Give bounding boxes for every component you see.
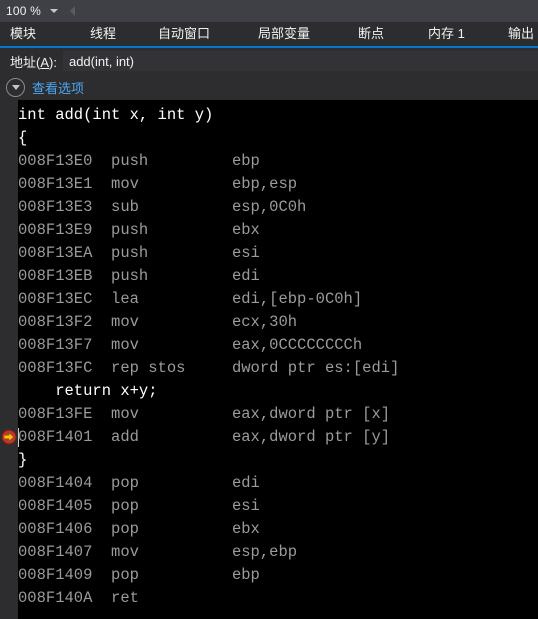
instruction-address: 008F13FC: [18, 359, 112, 377]
instruction-address: 008F13EC: [18, 290, 112, 308]
disassembly-line[interactable]: 008F1406 pop ebx: [18, 518, 538, 541]
disassembly-line[interactable]: 008F1405 pop esi: [18, 495, 538, 518]
tab-2[interactable]: 自动窗口: [158, 22, 210, 46]
instruction-mnemonic: pop: [111, 566, 232, 584]
instruction-operands: ebp: [231, 566, 260, 584]
disassembly-line[interactable]: 008F1409 pop ebp: [18, 564, 538, 587]
source-line[interactable]: return x+y;: [18, 380, 538, 403]
source-line[interactable]: }: [18, 449, 538, 472]
disassembly-line[interactable]: 008F13EB push edi: [18, 265, 538, 288]
instruction-address: 008F1409: [18, 566, 112, 584]
instruction-mnemonic: pop: [111, 497, 232, 515]
tab-1[interactable]: 线程: [90, 22, 116, 46]
instruction-operands: edi: [231, 267, 260, 285]
disassembly-line[interactable]: 008F13F7 mov eax,0CCCCCCCCh: [18, 334, 538, 357]
instruction-mnemonic: pop: [111, 520, 232, 538]
address-label: 地址(A):: [10, 54, 57, 70]
disassembly-lines: int add(int x, int y){008F13E0 push ebp 0…: [18, 104, 538, 619]
instruction-mnemonic: add: [111, 428, 232, 446]
address-input[interactable]: [62, 51, 538, 71]
instruction-mnemonic: push: [111, 221, 232, 239]
disassembly-line[interactable]: 008F13E1 mov ebp,esp: [18, 173, 538, 196]
disassembly-line[interactable]: 008F1407 mov esp,ebp: [18, 541, 538, 564]
tab-5[interactable]: 内存 1: [428, 22, 465, 46]
instruction-operands: ebp,esp: [231, 175, 298, 193]
disassembly-toolbar: 100 %: [0, 0, 538, 22]
disassembly-line[interactable]: 008F13EA push esi: [18, 242, 538, 265]
instruction-address: 008F140A: [18, 589, 112, 607]
instruction-mnemonic: push: [111, 244, 232, 262]
instruction-mnemonic: mov: [111, 336, 232, 354]
view-options-link[interactable]: 查看选项: [32, 78, 84, 97]
instruction-operands: eax,dword ptr [x]: [231, 405, 391, 423]
instruction-address: 008F1407: [18, 543, 112, 561]
instruction-operands: esi: [231, 497, 260, 515]
instruction-mnemonic: push: [111, 152, 232, 170]
zoom-level-value: 100 %: [6, 4, 42, 18]
zoom-level-combobox[interactable]: 100 %: [0, 0, 64, 22]
disassembly-line[interactable]: 008F13F2 mov ecx,30h: [18, 311, 538, 334]
instruction-mnemonic: rep stos: [111, 359, 232, 377]
instruction-address: 008F13EA: [18, 244, 112, 262]
instruction-operands: eax,dword ptr [y]: [231, 428, 391, 446]
tab-6[interactable]: 输出: [508, 22, 534, 46]
disassembly-line[interactable]: 008F13EC lea edi,[ebp-0C0h]: [18, 288, 538, 311]
instruction-operands: esp,0C0h: [231, 198, 307, 216]
instruction-operands: ebx: [231, 520, 260, 538]
instruction-operands: ebp: [231, 152, 260, 170]
instruction-operands: esi: [231, 244, 260, 262]
instruction-mnemonic: sub: [111, 198, 232, 216]
source-line[interactable]: {: [18, 127, 538, 150]
source-line[interactable]: int add(int x, int y): [18, 104, 538, 127]
instruction-operands: ebx: [231, 221, 260, 239]
address-bar: 地址(A):: [0, 48, 538, 74]
disassembly-line[interactable]: 008F13E3 sub esp,0C0h: [18, 196, 538, 219]
current-statement-breakpoint-icon[interactable]: [1, 429, 17, 445]
instruction-operands: ecx,30h: [231, 313, 298, 331]
instruction-mnemonic: mov: [111, 543, 232, 561]
instruction-operands: esp,ebp: [231, 543, 298, 561]
instruction-mnemonic: mov: [111, 313, 232, 331]
instruction-mnemonic: ret: [111, 589, 232, 607]
instruction-mnemonic: pop: [111, 474, 232, 492]
instruction-operands: edi,[ebp-0C0h]: [231, 290, 363, 308]
disassembly-code-pane[interactable]: int add(int x, int y){008F13E0 push ebp 0…: [0, 100, 538, 619]
tab-0[interactable]: 模块: [10, 22, 36, 46]
text-caret: [18, 428, 19, 447]
instruction-address: 008F1406: [18, 520, 112, 538]
tab-3[interactable]: 局部变量: [258, 22, 310, 46]
instruction-mnemonic: lea: [111, 290, 232, 308]
disassembly-line[interactable]: 008F1404 pop edi: [18, 472, 538, 495]
view-options-row: 查看选项: [0, 74, 538, 100]
disassembly-line[interactable]: 008F1401 add eax,dword ptr [y]: [18, 426, 538, 449]
instruction-address: 008F13E9: [18, 221, 112, 239]
instruction-mnemonic: mov: [111, 405, 232, 423]
disassembly-line[interactable]: 008F13E9 push ebx: [18, 219, 538, 242]
instruction-mnemonic: mov: [111, 175, 232, 193]
disassembly-line[interactable]: 008F13FC rep stos dword ptr es:[edi]: [18, 357, 538, 380]
instruction-operands: edi: [231, 474, 260, 492]
instruction-address: 008F13F7: [18, 336, 112, 354]
instruction-address: 008F13E3: [18, 198, 112, 216]
instruction-mnemonic: push: [111, 267, 232, 285]
toolbar-grip-icon: [67, 0, 77, 22]
instruction-address: 008F1405: [18, 497, 112, 515]
chevron-down-icon[interactable]: [47, 0, 61, 22]
tab-4[interactable]: 断点: [358, 22, 384, 46]
instruction-address: 008F13E1: [18, 175, 112, 193]
instruction-address: 008F1401: [18, 428, 112, 446]
chevron-down-circle-icon[interactable]: [6, 77, 25, 97]
debug-window-tabstrip[interactable]: 模块 线程 自动窗口 局部变量 断点 内存 1 输出: [0, 22, 538, 48]
instruction-address: 008F13EB: [18, 267, 112, 285]
instruction-address: 008F13FE: [18, 405, 112, 423]
instruction-address: 008F13F2: [18, 313, 112, 331]
disassembly-line[interactable]: 008F13FE mov eax,dword ptr [x]: [18, 403, 538, 426]
instruction-operands: eax,0CCCCCCCCh: [231, 336, 363, 354]
disassembly-line[interactable]: 008F13E0 push ebp: [18, 150, 538, 173]
instruction-address: 008F13E0: [18, 152, 112, 170]
instruction-operands: dword ptr es:[edi]: [231, 359, 400, 377]
instruction-address: 008F1404: [18, 474, 112, 492]
breakpoint-gutter[interactable]: [0, 100, 18, 619]
disassembly-line[interactable]: 008F140A ret: [18, 587, 538, 610]
